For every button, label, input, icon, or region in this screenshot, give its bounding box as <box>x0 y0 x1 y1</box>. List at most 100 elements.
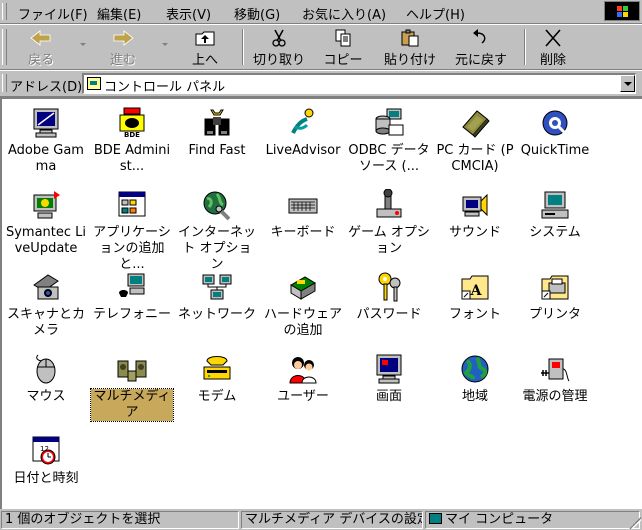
control-panel-item[interactable]: 12 日付と時刻 <box>3 431 89 509</box>
control-panel-view: Adobe Gamma BDE BDE Administ... Find Fas… <box>0 97 642 509</box>
back-dropdown-icon[interactable] <box>80 43 86 46</box>
item-label: Adobe Gamma <box>8 143 84 174</box>
forward-dropdown-icon[interactable] <box>162 43 168 46</box>
control-panel-item[interactable]: 電源の管理 <box>512 349 598 431</box>
control-panel-item[interactable]: テレフォニー <box>89 267 175 349</box>
menu-help[interactable]: ヘルプ(H) <box>406 4 465 23</box>
live-advisor-icon <box>291 108 314 134</box>
copy-button[interactable]: コピー <box>312 27 374 68</box>
odbc-icon <box>375 108 404 136</box>
item-label: キーボード <box>270 225 336 240</box>
control-panel-item[interactable]: ゲーム オプション <box>346 185 432 267</box>
keyboard-icon <box>288 198 318 214</box>
back-button[interactable]: 戻る <box>10 27 72 68</box>
back-arrow-icon <box>30 30 51 46</box>
paste-label: 貼り付け <box>383 53 436 68</box>
item-label: BDE Administ... <box>93 143 171 174</box>
binoculars-icon <box>204 109 230 136</box>
toolbar-grip[interactable] <box>2 29 7 65</box>
calendar-clock-icon: 12 <box>32 436 60 465</box>
printers-folder-icon <box>541 275 569 300</box>
control-panel-item[interactable]: QuickTime <box>512 103 598 185</box>
control-panel-item[interactable]: 地域 <box>432 349 518 431</box>
menu-bar-grip[interactable] <box>2 3 7 20</box>
address-bar-grip[interactable] <box>2 74 7 92</box>
control-panel-item[interactable]: Symantec LiveUpdate <box>3 185 89 267</box>
item-label: テレフォニー <box>92 307 171 322</box>
control-panel-item[interactable]: 画面 <box>346 349 432 431</box>
item-label: パスワード <box>356 307 422 322</box>
item-label: アプリケーションの追加と... <box>93 225 171 272</box>
control-panel-item[interactable]: ODBC データ ソース (... <box>346 103 432 185</box>
control-panel-item[interactable]: PC カード (PCMCIA) <box>432 103 518 185</box>
item-label: マルチメディア <box>90 388 174 422</box>
address-bar: アドレス(D) コントロール パネル <box>0 70 642 97</box>
delete-button[interactable]: 削除 <box>528 27 578 68</box>
quicktime-icon <box>542 110 568 136</box>
menu-view[interactable]: 表示(V) <box>166 4 211 23</box>
svg-text:BDE: BDE <box>124 131 140 139</box>
item-label: Find Fast <box>188 143 246 158</box>
control-panel-item[interactable]: キーボード <box>260 185 346 267</box>
menu-edit[interactable]: 編集(E) <box>97 4 141 23</box>
address-dropdown-icon[interactable] <box>620 75 635 92</box>
undo-label: 元に戻す <box>454 53 507 68</box>
item-label: Symantec LiveUpdate <box>5 225 87 256</box>
mouse-icon <box>36 354 56 384</box>
bde-admin-icon: BDE <box>119 107 145 139</box>
item-label: システム <box>529 225 581 240</box>
undo-button[interactable]: 元に戻す <box>446 27 516 68</box>
control-panel-item[interactable]: サウンド <box>432 185 518 267</box>
control-panel-item[interactable]: モデム <box>174 349 260 431</box>
control-panel-item[interactable]: システム <box>512 185 598 267</box>
address-input[interactable]: コントロール パネル <box>82 73 636 95</box>
back-label: 戻る <box>27 53 54 68</box>
control-panel-item[interactable]: マルチメディア <box>89 349 175 431</box>
control-panel-item[interactable]: マウス <box>3 349 89 431</box>
delete-label: 削除 <box>539 53 566 68</box>
undo-arrow-icon <box>473 29 486 44</box>
paste-button[interactable]: 貼り付け <box>378 27 442 68</box>
control-panel-item[interactable]: LiveAdvisor <box>260 103 346 185</box>
item-label: LiveAdvisor <box>265 143 341 158</box>
item-label: 電源の管理 <box>522 389 588 404</box>
control-panel-item[interactable]: インターネット オプション <box>174 185 260 272</box>
item-label: マウス <box>26 389 66 404</box>
control-panel-item[interactable]: BDE BDE Administ... <box>89 103 175 185</box>
menu-favorites[interactable]: お気に入り(A) <box>302 4 386 23</box>
item-label: 地域 <box>461 389 488 404</box>
control-panel-item[interactable]: ネットワーク <box>174 267 260 349</box>
control-panel-item[interactable]: アプリケーションの追加と... <box>89 185 175 272</box>
cut-button[interactable]: 切り取り <box>248 27 310 68</box>
item-label: 画面 <box>375 389 402 404</box>
add-hardware-icon <box>290 276 316 300</box>
menu-file[interactable]: ファイル(F) <box>18 4 88 23</box>
telephony-icon <box>119 273 145 297</box>
control-panel-item[interactable]: ユーザー <box>260 349 346 431</box>
control-panel-item[interactable]: プリンタ <box>512 267 598 349</box>
keys-icon <box>378 272 401 302</box>
joystick-icon <box>376 189 402 218</box>
modem-icon <box>203 356 231 380</box>
menu-go[interactable]: 移動(G) <box>234 4 280 23</box>
control-panel-item[interactable]: スキャナとカメラ <box>3 267 89 349</box>
item-label: ハードウェアの追加 <box>263 307 342 338</box>
computer-icon <box>541 191 569 219</box>
item-label: プリンタ <box>528 307 581 322</box>
scanner-icon <box>33 274 59 300</box>
control-panel-item[interactable]: Adobe Gamma <box>3 103 89 185</box>
item-label: ユーザー <box>277 389 329 404</box>
svg-text:A: A <box>470 283 483 299</box>
multimedia-icon <box>117 360 147 382</box>
control-panel-item[interactable]: パスワード <box>346 267 432 349</box>
control-panel-item[interactable]: A フォント <box>432 267 518 349</box>
control-panel-item[interactable]: Find Fast <box>174 103 260 185</box>
up-button[interactable]: 上へ <box>174 27 236 68</box>
forward-arrow-icon <box>113 30 134 46</box>
forward-button[interactable]: 進む <box>92 27 154 68</box>
resize-grip[interactable] <box>629 517 641 529</box>
address-value: コントロール パネル <box>104 80 226 95</box>
add-remove-programs-icon <box>118 191 146 217</box>
item-label: ゲーム オプション <box>348 225 430 256</box>
control-panel-item[interactable]: ハードウェアの追加 <box>260 267 346 349</box>
